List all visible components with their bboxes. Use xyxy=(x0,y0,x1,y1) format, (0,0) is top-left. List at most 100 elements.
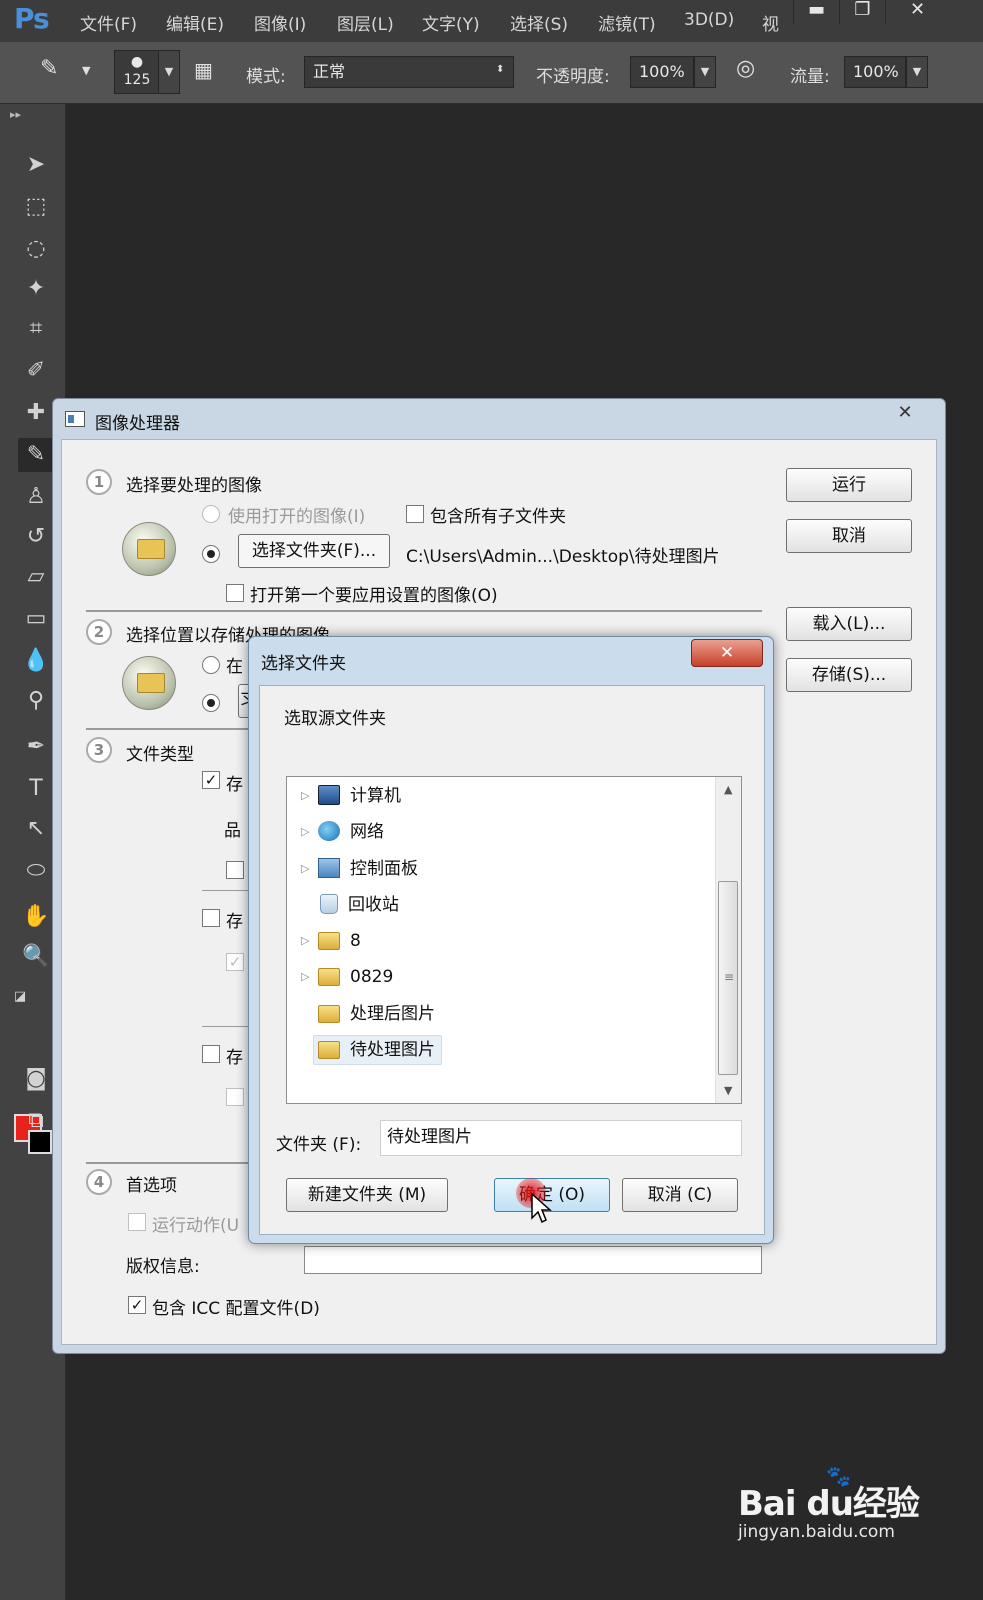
save-in-same-location-radio[interactable] xyxy=(202,656,220,674)
ok-button[interactable]: 确定 (O) xyxy=(494,1178,610,1212)
brush-tool-icon[interactable]: ✎ xyxy=(18,438,54,472)
scroll-down-icon[interactable]: ▼ xyxy=(724,1084,732,1097)
select-folder-radio[interactable] xyxy=(202,545,220,563)
tree-item-computer[interactable]: ▷ 计算机 xyxy=(287,779,715,813)
brush-preset-dropdown-icon[interactable]: ▼ xyxy=(82,64,90,77)
menu-type[interactable]: 文字(Y) xyxy=(422,10,480,35)
save-as-psd-checkbox[interactable] xyxy=(202,909,220,927)
expand-arrow-icon[interactable]: ▷ xyxy=(301,934,309,947)
tree-item-body[interactable]: 待处理图片 xyxy=(313,1035,442,1065)
open-first-image-checkbox[interactable] xyxy=(226,584,244,602)
move-tool-icon[interactable]: ➤ xyxy=(18,148,54,182)
cancel-button[interactable]: 取消 xyxy=(786,519,912,553)
tree-item-network[interactable]: ▷ 网络 xyxy=(287,815,715,849)
flow-dropdown-icon[interactable]: ▼ xyxy=(906,56,928,88)
copyright-input[interactable] xyxy=(304,1246,762,1274)
marquee-tool-icon[interactable]: ⬚ xyxy=(18,190,54,224)
new-folder-button[interactable]: 新建文件夹 (M) xyxy=(286,1178,448,1212)
tree-scrollbar[interactable]: ▲ ≡ ▼ xyxy=(715,777,741,1103)
magic-wand-tool-icon[interactable]: ✦ xyxy=(18,272,54,306)
tree-item-body[interactable]: 处理后图片 xyxy=(313,999,442,1029)
pen-tool-icon[interactable]: ✒ xyxy=(18,730,54,764)
run-button[interactable]: 运行 xyxy=(786,468,912,502)
scroll-up-icon[interactable]: ▲ xyxy=(724,783,732,796)
tree-item-processed-images[interactable]: 处理后图片 xyxy=(287,997,715,1031)
path-selection-tool-icon[interactable]: ↖ xyxy=(18,812,54,846)
toolbox-collapse-icon[interactable]: ▸▸ xyxy=(10,108,21,121)
opacity-input[interactable]: 100% xyxy=(630,56,694,88)
blur-tool-icon[interactable]: 💧 xyxy=(18,644,54,678)
eraser-tool-icon[interactable]: ▱ xyxy=(18,560,54,594)
menu-view[interactable]: 视 xyxy=(762,10,779,35)
menu-edit[interactable]: 编辑(E) xyxy=(166,10,224,35)
menu-image[interactable]: 图像(I) xyxy=(254,10,306,35)
tree-item-body[interactable]: 网络 xyxy=(313,817,391,847)
expand-arrow-icon[interactable]: ▷ xyxy=(301,789,309,802)
gradient-tool-icon[interactable]: ▭ xyxy=(18,602,54,636)
crop-tool-icon[interactable]: ⌗ xyxy=(18,312,54,346)
cancel-button[interactable]: 取消 (C) xyxy=(622,1178,738,1212)
mode-dropdown-icon[interactable]: ⬍ xyxy=(496,64,504,75)
tree-item-recycle-bin[interactable]: 回收站 xyxy=(287,888,715,922)
use-open-images-radio[interactable] xyxy=(202,505,220,523)
hand-tool-icon[interactable]: ✋ xyxy=(18,900,54,934)
select-destination-radio[interactable] xyxy=(202,694,220,712)
brush-panel-icon[interactable]: ▦ xyxy=(194,58,213,82)
expand-arrow-icon[interactable]: ▷ xyxy=(301,825,309,838)
select-folder-button[interactable]: 选择文件夹(F)... xyxy=(238,534,390,568)
close-button[interactable]: ✕ xyxy=(885,0,949,24)
jpeg-resize-checkbox[interactable] xyxy=(226,861,244,879)
type-tool-icon[interactable]: T xyxy=(18,772,54,806)
tree-item-control-panel[interactable]: ▷ 控制面板 xyxy=(287,852,715,886)
tiff-lzw-checkbox[interactable] xyxy=(226,1088,244,1106)
pressure-opacity-icon[interactable]: ◎ xyxy=(736,56,755,81)
select-folder-close-button[interactable]: ✕ xyxy=(691,639,763,667)
brush-size-dropdown-icon[interactable]: ▼ xyxy=(158,50,180,94)
dodge-tool-icon[interactable]: ⚲ xyxy=(18,684,54,718)
menu-3d[interactable]: 3D(D) xyxy=(684,10,734,30)
lasso-tool-icon[interactable]: ◌ xyxy=(18,232,54,266)
expand-arrow-icon[interactable]: ▷ xyxy=(301,862,309,875)
menu-filter[interactable]: 滤镜(T) xyxy=(598,10,656,35)
save-button[interactable]: 存储(S)... xyxy=(786,658,912,692)
tree-item-body[interactable]: 0829 xyxy=(313,962,400,992)
folder-name-input[interactable]: 待处理图片 xyxy=(380,1120,742,1156)
flow-input[interactable]: 100% xyxy=(844,56,906,88)
include-icc-checkbox[interactable]: ✓ xyxy=(128,1296,146,1314)
menu-layer[interactable]: 图层(L) xyxy=(337,10,394,35)
stamp-tool-icon[interactable]: ♙ xyxy=(18,480,54,514)
tree-item-body[interactable]: 8 xyxy=(313,926,368,956)
quick-mask-icon[interactable]: ◙ xyxy=(18,1062,54,1096)
healing-brush-tool-icon[interactable]: ✚ xyxy=(18,396,54,430)
save-as-tiff-checkbox[interactable] xyxy=(202,1045,220,1063)
opacity-dropdown-icon[interactable]: ▼ xyxy=(694,56,716,88)
tree-item-pending-images[interactable]: 待处理图片 xyxy=(287,1033,715,1067)
include-subfolders-checkbox[interactable] xyxy=(406,505,424,523)
menu-select[interactable]: 选择(S) xyxy=(510,10,568,35)
menu-file[interactable]: 文件(F) xyxy=(80,10,137,35)
folder-tree[interactable]: ▷ 计算机 ▷ 网络 ▷ 控制面板 回收站 ▷ 8 ▷ 0829 处理后图片 待… xyxy=(286,776,742,1104)
save-as-jpeg-checkbox[interactable]: ✓ xyxy=(202,771,220,789)
image-processor-close-button[interactable]: ✕ xyxy=(877,401,933,427)
brush-size-picker[interactable]: ● 125 xyxy=(114,50,160,94)
minimize-button[interactable]: ▬ xyxy=(793,0,839,24)
tree-item-body[interactable]: 回收站 xyxy=(313,890,406,920)
eyedropper-tool-icon[interactable]: ✐ xyxy=(18,354,54,388)
maximize-button[interactable]: ❐ xyxy=(839,0,885,24)
run-action-checkbox[interactable] xyxy=(128,1213,146,1231)
scrollbar-thumb[interactable]: ≡ xyxy=(718,881,738,1075)
history-brush-tool-icon[interactable]: ↺ xyxy=(18,520,54,554)
tree-item-body[interactable]: 控制面板 xyxy=(313,854,425,884)
shape-tool-icon[interactable]: ⬭ xyxy=(18,854,54,888)
tree-item-folder-8[interactable]: ▷ 8 xyxy=(287,924,715,958)
zoom-tool-icon[interactable]: 🔍 xyxy=(18,940,54,974)
image-processor-titlebar[interactable]: 图像处理器 ✕ xyxy=(53,399,945,439)
screen-mode-icon[interactable]: ⧉ xyxy=(18,1104,54,1138)
maximize-compatibility-checkbox[interactable]: ✓ xyxy=(226,953,244,971)
expand-arrow-icon[interactable]: ▷ xyxy=(301,970,309,983)
mode-select[interactable]: 正常 xyxy=(304,56,514,88)
tree-item-body[interactable]: 计算机 xyxy=(313,781,408,811)
default-colors-icon[interactable]: ◪ xyxy=(10,980,30,1014)
brush-preset-icon[interactable]: ✎ xyxy=(40,56,58,81)
tree-item-folder-0829[interactable]: ▷ 0829 xyxy=(287,960,715,994)
